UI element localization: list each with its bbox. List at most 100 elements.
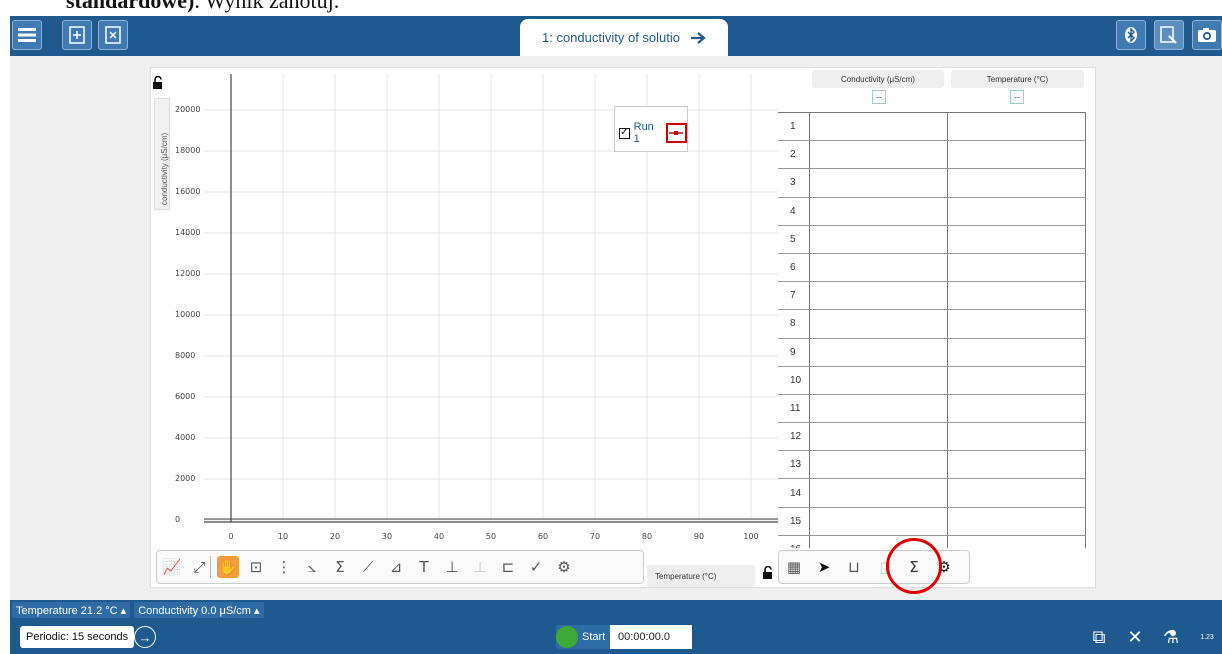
table-view-icon[interactable]: ▦ bbox=[783, 556, 805, 578]
cursor-arrow-icon[interactable]: ➤ bbox=[813, 556, 835, 578]
table-row[interactable]: 8 bbox=[778, 310, 1086, 339]
sampling-mode-select[interactable]: Periodic: 15 seconds bbox=[20, 626, 135, 648]
legend-run-label: Run 1 bbox=[633, 121, 654, 145]
elapsed-timer: 00:00:00.0 bbox=[610, 625, 692, 649]
cell-temperature[interactable] bbox=[948, 338, 1086, 366]
cell-conductivity[interactable] bbox=[810, 423, 948, 451]
cell-conductivity[interactable] bbox=[810, 197, 948, 225]
cell-conductivity[interactable] bbox=[810, 366, 948, 394]
column-header-conductivity[interactable]: Conductivity (μS/cm) bbox=[812, 70, 944, 88]
row-number: 15 bbox=[778, 507, 810, 535]
pan-hand-icon[interactable]: ✋ bbox=[217, 556, 239, 578]
row-number: 13 bbox=[778, 451, 810, 479]
table-row[interactable]: 10 bbox=[778, 366, 1086, 395]
sampling-options-icon[interactable]: → bbox=[134, 626, 156, 648]
table-row[interactable]: 1 bbox=[778, 113, 1086, 142]
row-number: 9 bbox=[778, 338, 810, 366]
table-row[interactable]: 14 bbox=[778, 479, 1086, 508]
check-icon[interactable]: ✓ bbox=[525, 556, 547, 578]
table-row[interactable]: 7 bbox=[778, 282, 1086, 311]
table-row[interactable]: 9 bbox=[778, 338, 1086, 367]
cell-conductivity[interactable] bbox=[810, 479, 948, 507]
cell-temperature[interactable] bbox=[948, 282, 1086, 310]
cell-temperature[interactable] bbox=[948, 535, 1086, 548]
sensor-temperature[interactable]: Temperature 21.2 °C ▴ bbox=[12, 602, 131, 618]
cell-temperature[interactable] bbox=[948, 366, 1086, 394]
slope-icon[interactable]: ⦣ bbox=[301, 556, 323, 578]
data-table[interactable]: 12345678910111213141516 bbox=[778, 112, 1086, 548]
row-number: 1 bbox=[778, 113, 810, 141]
row-number: 8 bbox=[778, 310, 810, 338]
row-number: 14 bbox=[778, 479, 810, 507]
x-tick-label: 10 bbox=[277, 532, 289, 541]
table-row[interactable]: 4 bbox=[778, 197, 1086, 226]
cell-conductivity[interactable] bbox=[810, 225, 948, 253]
sensor-settings-icon[interactable]: ⚗ bbox=[1156, 622, 1186, 652]
tools-icon[interactable]: ✕ bbox=[1120, 622, 1150, 652]
sigma-statistics-icon[interactable]: Σ bbox=[329, 556, 351, 578]
cell-temperature[interactable] bbox=[948, 479, 1086, 507]
run-checkbox[interactable]: ✓ bbox=[619, 127, 630, 139]
cell-conductivity[interactable] bbox=[810, 507, 948, 535]
sensor-conductivity[interactable]: Conductivity 0.0 μS/cm ▴ bbox=[134, 602, 264, 618]
table-row[interactable]: 2 bbox=[778, 141, 1086, 170]
y-tick-label: 18000 bbox=[175, 146, 201, 155]
table-row[interactable]: 15 bbox=[778, 507, 1086, 536]
cell-temperature[interactable] bbox=[948, 451, 1086, 479]
graph-type-icon[interactable]: 📈 bbox=[161, 556, 183, 578]
select-points-icon[interactable]: ⋮ bbox=[273, 556, 295, 578]
zoom-box-icon[interactable]: ⊡ bbox=[245, 556, 267, 578]
cell-temperature[interactable] bbox=[948, 197, 1086, 225]
cell-conductivity[interactable] bbox=[810, 310, 948, 338]
cell-conductivity[interactable] bbox=[810, 338, 948, 366]
insert-row-icon[interactable]: ⊔ bbox=[843, 556, 865, 578]
cell-conductivity[interactable] bbox=[810, 169, 948, 197]
run-color-swatch[interactable] bbox=[665, 123, 687, 143]
bottom-right-tools: ⧉ ✕ ⚗ 1.23 bbox=[1084, 622, 1222, 652]
scale-to-fit-icon[interactable]: ⤢ bbox=[189, 556, 211, 578]
y-tick-label: 0 bbox=[175, 515, 181, 524]
column-unit-select-conductivity[interactable]: -- bbox=[872, 90, 886, 104]
area-icon[interactable]: ⊿ bbox=[385, 556, 407, 578]
column-header-temperature[interactable]: Temperature (°C) bbox=[951, 70, 1084, 88]
row-number: 7 bbox=[778, 282, 810, 310]
table-row[interactable]: 6 bbox=[778, 253, 1086, 283]
add-axis-icon[interactable]: ⊏ bbox=[497, 556, 519, 578]
table-row[interactable]: 13 bbox=[778, 451, 1086, 480]
start-button[interactable]: Start bbox=[556, 625, 612, 649]
column-unit-select-temperature[interactable]: -- bbox=[1010, 90, 1024, 104]
cell-temperature[interactable] bbox=[948, 394, 1086, 423]
table-row[interactable]: 5 bbox=[778, 225, 1086, 254]
cell-temperature[interactable] bbox=[948, 253, 1086, 282]
x-axis-label[interactable]: Temperature (°C) bbox=[647, 565, 755, 587]
curve-fit-icon[interactable]: ⟋ bbox=[357, 556, 379, 578]
table-row[interactable]: 12 bbox=[778, 423, 1086, 452]
lock-open-icon[interactable] bbox=[762, 566, 776, 580]
highlight-circle bbox=[886, 538, 942, 594]
table-row[interactable]: 3 bbox=[778, 169, 1086, 198]
cell-temperature[interactable] bbox=[948, 225, 1086, 253]
cell-temperature[interactable] bbox=[948, 507, 1086, 535]
cell-temperature[interactable] bbox=[948, 113, 1086, 141]
table-row[interactable]: 11 bbox=[778, 394, 1086, 424]
cell-temperature[interactable] bbox=[948, 141, 1086, 169]
coordinates-icon[interactable]: ⊥ bbox=[441, 556, 463, 578]
calc-badge: 1.23 bbox=[1200, 633, 1214, 641]
cell-temperature[interactable] bbox=[948, 423, 1086, 451]
code-block-icon[interactable]: ⧉ bbox=[1084, 622, 1114, 652]
gear-icon[interactable]: ⚙ bbox=[553, 556, 575, 578]
cell-conductivity[interactable] bbox=[810, 282, 948, 310]
x-tick-label: 60 bbox=[537, 532, 549, 541]
cell-conductivity[interactable] bbox=[810, 451, 948, 479]
cell-conductivity[interactable] bbox=[810, 253, 948, 282]
cell-conductivity[interactable] bbox=[810, 113, 948, 141]
calculator-icon[interactable]: 1.23 bbox=[1192, 622, 1222, 652]
cell-conductivity[interactable] bbox=[810, 394, 948, 423]
cell-temperature[interactable] bbox=[948, 310, 1086, 338]
graph-legend[interactable]: ✓ Run 1 bbox=[614, 106, 688, 152]
delta-icon[interactable]: ⊥ bbox=[469, 556, 491, 578]
y-tick-label: 10000 bbox=[175, 310, 201, 319]
text-annotation-icon[interactable]: T bbox=[413, 556, 435, 578]
cell-conductivity[interactable] bbox=[810, 141, 948, 169]
cell-temperature[interactable] bbox=[948, 169, 1086, 197]
